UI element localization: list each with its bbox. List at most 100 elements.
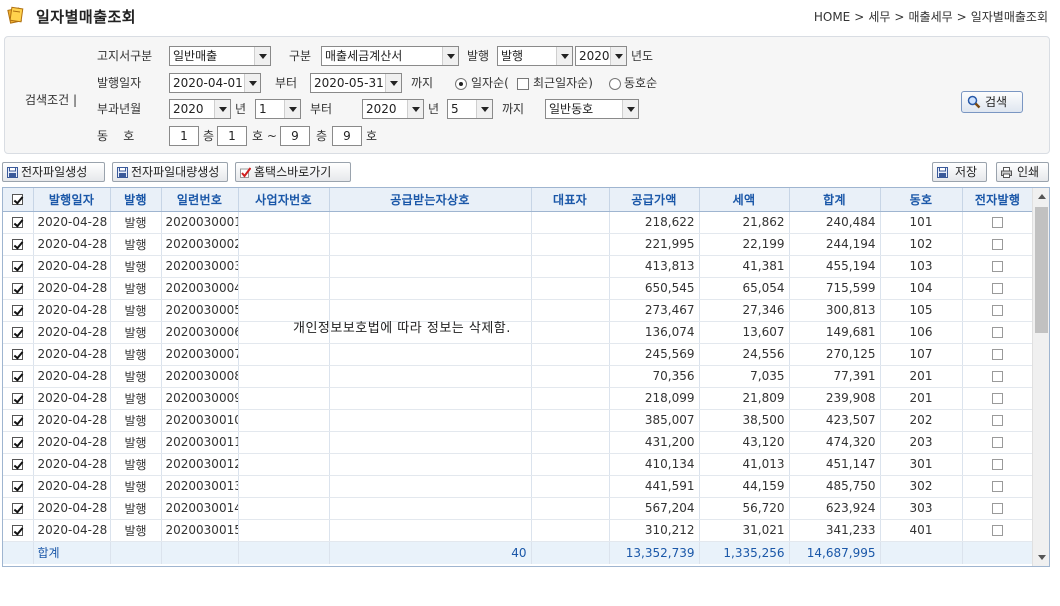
- e-issue-cell[interactable]: [962, 387, 1034, 410]
- e-issue-cell[interactable]: [962, 365, 1034, 388]
- e-issue-cell[interactable]: [962, 519, 1034, 542]
- row-select-checkbox[interactable]: [12, 261, 24, 272]
- col-recipient-name[interactable]: 공급받는자상호: [329, 188, 532, 212]
- row-select-cell[interactable]: [3, 519, 34, 542]
- row-select-checkbox[interactable]: [12, 283, 24, 294]
- e-issue-checkbox[interactable]: [992, 459, 1003, 470]
- e-issue-checkbox[interactable]: [992, 217, 1003, 228]
- table-row[interactable]: 2020-04-28 발행 2020030007 245,569 24,556 270,1…: [3, 343, 1034, 366]
- bill-from-month-select[interactable]: 1: [255, 99, 301, 119]
- sort-unit-radio[interactable]: [609, 78, 621, 90]
- table-row[interactable]: 2020-04-28 발행 2020030006 136,074 13,607 149,6…: [3, 321, 1034, 344]
- table-row[interactable]: 2020-04-28 발행 2020030003 413,813 41,381 455,1…: [3, 255, 1034, 278]
- col-tax[interactable]: 세액: [699, 188, 790, 212]
- table-row[interactable]: 2020-04-28 발행 2020030013 441,591 44,159 485,7…: [3, 475, 1034, 498]
- e-issue-cell[interactable]: [962, 497, 1034, 520]
- col-unit[interactable]: 동호: [880, 188, 963, 212]
- e-issue-cell[interactable]: [962, 431, 1034, 454]
- unit-type-select[interactable]: 일반동호: [545, 99, 639, 119]
- breadcrumb-tax[interactable]: 세무: [868, 10, 890, 24]
- row-select-cell[interactable]: [3, 497, 34, 520]
- table-row[interactable]: 2020-04-28 발행 2020030014 567,204 56,720 623,9…: [3, 497, 1034, 520]
- row-select-cell[interactable]: [3, 431, 34, 454]
- bill-to-year-select[interactable]: 2020: [362, 99, 424, 119]
- e-issue-checkbox[interactable]: [992, 525, 1003, 536]
- row-select-checkbox[interactable]: [12, 525, 24, 536]
- e-issue-checkbox[interactable]: [992, 305, 1003, 316]
- date-to-picker[interactable]: 2020-05-31: [310, 73, 402, 93]
- efile-create-button[interactable]: 전자파일생성: [2, 162, 105, 182]
- row-select-checkbox[interactable]: [12, 217, 24, 228]
- save-button[interactable]: 저장: [932, 162, 987, 182]
- e-issue-checkbox[interactable]: [992, 393, 1003, 404]
- row-select-checkbox[interactable]: [12, 415, 24, 426]
- e-issue-cell[interactable]: [962, 255, 1034, 278]
- vertical-scrollbar[interactable]: [1032, 188, 1049, 566]
- e-issue-checkbox[interactable]: [992, 349, 1003, 360]
- e-issue-checkbox[interactable]: [992, 503, 1003, 514]
- row-select-cell[interactable]: [3, 365, 34, 388]
- col-total[interactable]: 합계: [789, 188, 881, 212]
- breadcrumb-sales-tax[interactable]: 매출세무: [908, 10, 952, 24]
- row-select-cell[interactable]: [3, 409, 34, 432]
- e-issue-checkbox[interactable]: [992, 371, 1003, 382]
- e-issue-cell[interactable]: [962, 343, 1034, 366]
- row-select-checkbox[interactable]: [12, 437, 24, 448]
- col-business-no[interactable]: 사업자번호: [238, 188, 330, 212]
- col-e-issue[interactable]: 전자발행: [962, 188, 1034, 212]
- e-issue-checkbox[interactable]: [992, 283, 1003, 294]
- bill-to-month-select[interactable]: 5: [447, 99, 493, 119]
- notice-type-select[interactable]: 일반매출: [169, 46, 271, 66]
- select-all-checkbox[interactable]: [12, 194, 24, 206]
- row-select-cell[interactable]: [3, 343, 34, 366]
- e-issue-cell[interactable]: [962, 299, 1034, 322]
- row-select-cell[interactable]: [3, 277, 34, 300]
- table-row[interactable]: 2020-04-28 발행 2020030011 431,200 43,120 474,3…: [3, 431, 1034, 454]
- row-select-cell[interactable]: [3, 255, 34, 278]
- e-issue-checkbox[interactable]: [992, 481, 1003, 492]
- table-row[interactable]: 2020-04-28 발행 2020030009 218,099 21,809 239,9…: [3, 387, 1034, 410]
- row-select-cell[interactable]: [3, 299, 34, 322]
- e-issue-checkbox[interactable]: [992, 415, 1003, 426]
- table-row[interactable]: 2020-04-28 발행 2020030010 385,007 38,500 423,5…: [3, 409, 1034, 432]
- col-issue[interactable]: 발행: [110, 188, 162, 212]
- issue-select[interactable]: 발행: [497, 46, 573, 66]
- row-select-cell[interactable]: [3, 211, 34, 234]
- breadcrumb-home[interactable]: HOME: [814, 10, 850, 24]
- table-row[interactable]: 2020-04-28 발행 2020030005 273,467 27,346 300,8…: [3, 299, 1034, 322]
- row-select-cell[interactable]: [3, 233, 34, 256]
- col-representative[interactable]: 대표자: [531, 188, 610, 212]
- sort-date-radio[interactable]: [455, 78, 467, 90]
- e-issue-cell[interactable]: [962, 409, 1034, 432]
- row-select-checkbox[interactable]: [12, 503, 24, 514]
- col-serial[interactable]: 일련번호: [161, 188, 239, 212]
- row-select-checkbox[interactable]: [12, 349, 24, 360]
- row-select-checkbox[interactable]: [12, 305, 24, 316]
- e-issue-checkbox[interactable]: [992, 437, 1003, 448]
- e-issue-cell[interactable]: [962, 233, 1034, 256]
- hometax-link-button[interactable]: 홈택스바로가기: [235, 162, 351, 182]
- table-row[interactable]: 2020-04-28 발행 2020030001 218,622 21,862 240,4…: [3, 211, 1034, 234]
- scroll-up-icon[interactable]: [1033, 188, 1049, 205]
- row-select-cell[interactable]: [3, 321, 34, 344]
- efile-bulk-button[interactable]: 전자파일대량생성: [112, 162, 228, 182]
- table-row[interactable]: 2020-04-28 발행 2020030002 221,995 22,199 244,1…: [3, 233, 1034, 256]
- year-select[interactable]: 2020: [575, 46, 627, 66]
- table-row[interactable]: 2020-04-28 발행 2020030015 310,212 31,021 341,2…: [3, 519, 1034, 542]
- floor-to-input[interactable]: 9: [280, 126, 310, 146]
- table-row[interactable]: 2020-04-28 발행 2020030012 410,134 41,013 451,1…: [3, 453, 1034, 476]
- print-button[interactable]: 인쇄: [996, 162, 1049, 182]
- row-select-checkbox[interactable]: [12, 481, 24, 492]
- floor-from-input[interactable]: 1: [169, 126, 199, 146]
- row-select-cell[interactable]: [3, 387, 34, 410]
- scrollbar-thumb[interactable]: [1035, 207, 1048, 333]
- row-select-checkbox[interactable]: [12, 327, 24, 338]
- row-select-checkbox[interactable]: [12, 459, 24, 470]
- e-issue-checkbox[interactable]: [992, 261, 1003, 272]
- row-select-cell[interactable]: [3, 453, 34, 476]
- e-issue-cell[interactable]: [962, 277, 1034, 300]
- table-row[interactable]: 2020-04-28 발행 2020030008 70,356 7,035 77,391 2…: [3, 365, 1034, 388]
- col-issue-date[interactable]: 발행일자: [33, 188, 111, 212]
- table-row[interactable]: 2020-04-28 발행 2020030004 650,545 65,054 715,5…: [3, 277, 1034, 300]
- e-issue-checkbox[interactable]: [992, 239, 1003, 250]
